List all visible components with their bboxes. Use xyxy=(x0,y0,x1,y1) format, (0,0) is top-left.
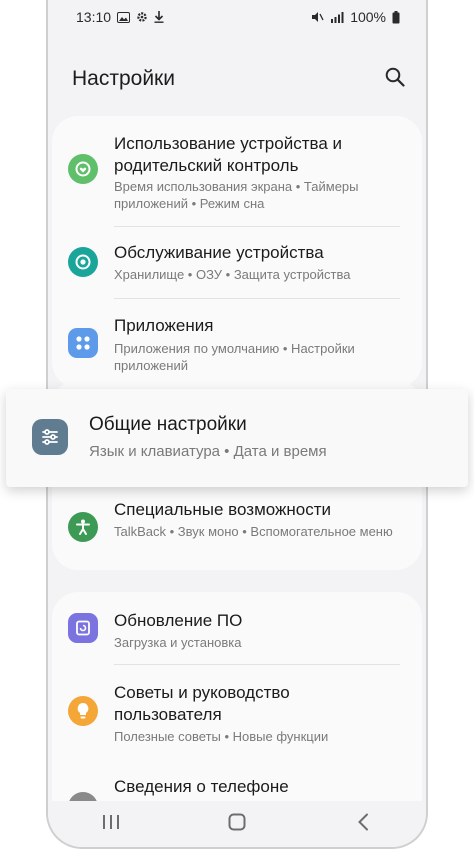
menu-item-software-update[interactable]: Обновление ПО Загрузка и установка xyxy=(52,592,422,662)
menu-item-title: Сведения о телефоне xyxy=(114,777,289,796)
apps-icon xyxy=(68,328,98,358)
menu-item-title: Обновление ПО xyxy=(114,611,243,630)
back-button[interactable] xyxy=(343,809,383,839)
general-settings-icon xyxy=(32,419,68,455)
menu-item-title: Советы и руководство пользователя xyxy=(114,683,290,724)
settings-card-3: Обновление ПО Загрузка и установка Совет… xyxy=(52,592,422,832)
menu-item-subtitle: TalkBack • Звук моно • Вспомогательное м… xyxy=(114,524,393,539)
battery-icon xyxy=(392,10,400,24)
menu-item-subtitle: Загрузка и установка xyxy=(114,635,242,650)
divider xyxy=(114,664,400,665)
software-update-icon xyxy=(68,613,98,643)
battery-percent: 100% xyxy=(350,9,386,25)
recents-icon xyxy=(102,814,120,835)
home-button[interactable] xyxy=(217,809,257,839)
page-title: Настройки xyxy=(72,67,175,90)
menu-item-digital-wellbeing[interactable]: Использование устройства и родительский … xyxy=(52,116,422,216)
home-icon xyxy=(228,813,246,836)
menu-item-apps[interactable]: Приложения Приложения по умолчанию • Нас… xyxy=(52,300,422,388)
menu-item-subtitle: Язык и клавиатура • Дата и время xyxy=(89,443,327,460)
search-button[interactable] xyxy=(380,64,410,94)
signal-icon xyxy=(330,11,344,23)
gallery-notification-icon xyxy=(117,11,131,23)
digital-wellbeing-icon xyxy=(68,154,98,184)
settings-notification-icon xyxy=(136,11,148,23)
menu-item-title: Общие настройки xyxy=(89,414,247,435)
device-care-icon xyxy=(68,247,98,277)
menu-item-title: Использование устройства и родительский … xyxy=(114,134,342,175)
search-icon xyxy=(385,67,405,92)
menu-item-general-settings[interactable]: Общие настройки Язык и клавиатура • Дата… xyxy=(6,389,468,487)
status-bar: 13:10 100% xyxy=(48,0,426,34)
download-notification-icon xyxy=(154,11,164,23)
menu-item-title: Специальные возможности xyxy=(114,500,332,519)
settings-card-1: Использование устройства и родительский … xyxy=(52,116,422,388)
recents-button[interactable] xyxy=(91,809,131,839)
menu-item-tips[interactable]: Советы и руководство пользователя Полезн… xyxy=(52,666,422,760)
divider xyxy=(114,226,400,227)
menu-item-accessibility[interactable]: Специальные возможности TalkBack • Звук … xyxy=(52,488,422,564)
menu-item-title: Обслуживание устройства xyxy=(114,243,324,262)
divider xyxy=(114,298,400,299)
menu-item-subtitle: Хранилище • ОЗУ • Защита устройства xyxy=(114,267,351,282)
back-icon xyxy=(357,813,369,836)
menu-item-subtitle: Приложения по умолчанию • Настройки прил… xyxy=(114,341,355,373)
menu-item-subtitle: Время использования экрана • Таймеры при… xyxy=(114,179,359,211)
menu-item-device-care[interactable]: Обслуживание устройства Хранилище • ОЗУ … xyxy=(52,228,422,298)
menu-item-title: Приложения xyxy=(114,316,214,335)
accessibility-icon xyxy=(68,512,98,542)
mute-icon xyxy=(311,11,324,23)
status-time: 13:10 xyxy=(76,9,112,25)
menu-item-subtitle: Полезные советы • Новые функции xyxy=(114,729,329,744)
navigation-bar xyxy=(48,801,426,847)
tips-icon xyxy=(68,696,98,726)
